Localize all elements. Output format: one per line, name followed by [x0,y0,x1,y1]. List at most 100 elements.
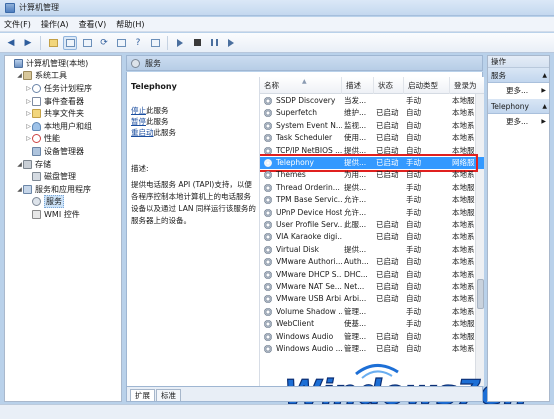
service-row[interactable]: SSDP Discovery 当发... 手动 本地服 [260,95,484,107]
show-tree-icon[interactable] [63,35,77,50]
actions-section-services[interactable]: 服务 ▲ [488,68,549,83]
tab-standard[interactable]: 标准 [156,389,181,401]
service-startup-cell: 自动 [406,257,421,267]
service-gear-icon [264,295,272,304]
service-name-cell: UPnP Device Host [276,207,342,217]
expand-arrow-icon[interactable]: ▷ [25,98,32,105]
service-status-cell: 已启动 [376,108,399,118]
column-logon-as[interactable]: 登录为 [450,77,484,94]
tree-item[interactable]: 计算机管理(本地) [5,57,121,70]
tree-item[interactable]: ▷ 任务计划程序 [5,82,121,95]
tree-item[interactable]: ◢ 存储 [5,158,121,171]
start-icon[interactable] [173,36,187,50]
service-gear-icon [264,134,272,143]
more-actions-services[interactable]: 更多... ▶ [488,83,549,99]
tree-item[interactable]: 磁盘管理 [5,170,121,183]
stop-icon[interactable] [190,36,204,50]
service-row[interactable]: Windows Audio ... 管理... 已启动 自动 本地系 [260,343,484,355]
column-name[interactable]: 名称 [260,77,342,94]
service-row[interactable]: Volume Shadow ... 管理... 手动 本地系 [260,306,484,318]
pause-link-text[interactable]: 暂停 [131,117,146,126]
service-startup-cell: 自动 [406,120,421,130]
service-row[interactable]: UPnP Device Host 允许... 手动 本地服 [260,207,484,219]
tree-item[interactable]: ◢ 服务和应用程序 [5,183,121,196]
restart-service-link[interactable]: 重启动此服务 [131,127,257,138]
pause-service-link[interactable]: 暂停此服务 [131,116,257,127]
restart-link-text[interactable]: 重启动 [131,128,154,137]
collapse-icon[interactable]: ▲ [542,99,547,114]
menu-help[interactable]: 帮助(H) [116,19,144,30]
tree-item[interactable]: WMI 控件 [5,208,121,221]
view-icon[interactable] [148,36,162,50]
column-status[interactable]: 状态 [374,77,404,94]
menu-view[interactable]: 查看(V) [79,19,107,30]
window-title: 计算机管理 [19,3,59,12]
tree-item[interactable]: ◢ 系统工具 [5,70,121,83]
column-description[interactable]: 描述 [342,77,374,94]
pause-link-suffix: 此服务 [146,117,169,126]
service-startup-cell: 手动 [406,195,421,205]
service-startup-cell: 手动 [406,244,421,254]
service-gear-icon [264,258,272,267]
expand-arrow-icon[interactable]: ▷ [25,135,32,142]
more-actions-telephony[interactable]: 更多... ▶ [488,114,549,130]
tree-item[interactable]: ▷ 性能 [5,133,121,146]
pause-icon[interactable] [207,36,221,50]
back-icon[interactable]: ◀ [4,36,18,50]
stop-link-text[interactable]: 停止 [131,106,146,115]
service-row[interactable]: VMware Authori... Auth... 已启动 自动 本地系 [260,256,484,268]
service-row[interactable]: Windows Audio 管理... 已启动 自动 本地服 [260,331,484,343]
service-status-cell [374,207,404,219]
service-row[interactable]: Thread Orderin... 提供... 手动 本地服 [260,182,484,194]
service-row[interactable]: Superfetch 维护... 已启动 自动 本地系 [260,107,484,119]
service-row[interactable]: VMware USB Arbi... Arbi... 已启动 自动 本地系 [260,293,484,305]
forward-icon[interactable]: ▶ [21,36,35,50]
service-row[interactable]: VIA Karaoke digi... 已启动 自动 本地系 [260,231,484,243]
services-list: 名称 描述 状态 启动类型 登录为 ▲ SSDP Discovery 当发... 手… [259,77,484,386]
menu-action[interactable]: 操作(A) [41,19,69,30]
service-description-cell: 维护... [344,108,367,118]
refresh-icon[interactable]: ⟳ [97,36,111,50]
tree-item[interactable]: 设备管理器 [5,145,121,158]
service-status-cell: 已启动 [376,170,399,180]
service-name-cell: TPM Base Servic... [276,195,342,205]
expand-arrow-icon[interactable]: ◢ [16,186,23,193]
export-icon[interactable] [114,36,128,50]
tree-item-label: 任务计划程序 [44,83,92,93]
collapse-icon[interactable]: ▲ [542,68,547,83]
column-startup-type[interactable]: 启动类型 [404,77,450,94]
expand-arrow-icon[interactable]: ◢ [16,72,23,79]
service-row[interactable]: TPM Base Servic... 允许... 手动 本地服 [260,194,484,206]
menu-file[interactable]: 文件(F) [4,19,31,30]
submenu-arrow-icon: ▶ [541,87,546,94]
service-row[interactable]: Task Scheduler 使用... 已启动 自动 本地系 [260,132,484,144]
service-row[interactable]: WebClient 使基... 手动 本地服 [260,318,484,330]
tab-extended[interactable]: 扩展 [130,389,155,401]
actions-section-telephony[interactable]: Telephony ▲ [488,99,549,114]
expand-arrow-icon[interactable]: ▷ [25,123,32,130]
tree-item-label: 性能 [44,134,60,144]
up-folder-icon[interactable] [46,36,60,50]
menu-bar: 文件(F) 操作(A) 查看(V) 帮助(H) [0,17,554,32]
service-row[interactable]: User Profile Serv... 此服... 已启动 自动 本地系 [260,219,484,231]
stop-service-link[interactable]: 停止此服务 [131,105,257,116]
tree-item[interactable]: ▷ 事件查看器 [5,95,121,108]
service-row[interactable]: System Event N... 监视... 已启动 自动 本地系 [260,120,484,132]
toolbar-separator [40,35,41,50]
expand-arrow-icon[interactable]: ▷ [25,110,32,117]
expand-arrow-icon[interactable]: ◢ [16,161,23,168]
tree-item[interactable]: 服务 [5,195,121,209]
expand-arrow-icon[interactable]: ▷ [25,85,32,92]
service-logon-cell: 本地系 [452,306,475,316]
storage-icon [23,159,32,169]
tree-item[interactable]: ▷ 共享文件夹 [5,107,121,120]
service-row[interactable]: VMware DHCP S... DHC... 已启动 自动 本地系 [260,269,484,281]
service-row[interactable]: Themes 为用... 已启动 自动 本地系 [260,169,484,181]
tree-item-label: 磁盘管理 [44,172,76,182]
help-icon[interactable]: ? [131,36,145,50]
service-row[interactable]: Virtual Disk 提供... 手动 本地系 [260,244,484,256]
properties-icon[interactable] [80,36,94,50]
service-row[interactable]: VMware NAT Se... Net... 已启动 自动 本地系 [260,281,484,293]
restart-icon[interactable] [224,36,238,50]
tree-item[interactable]: ▷ 本地用户和组 [5,120,121,133]
